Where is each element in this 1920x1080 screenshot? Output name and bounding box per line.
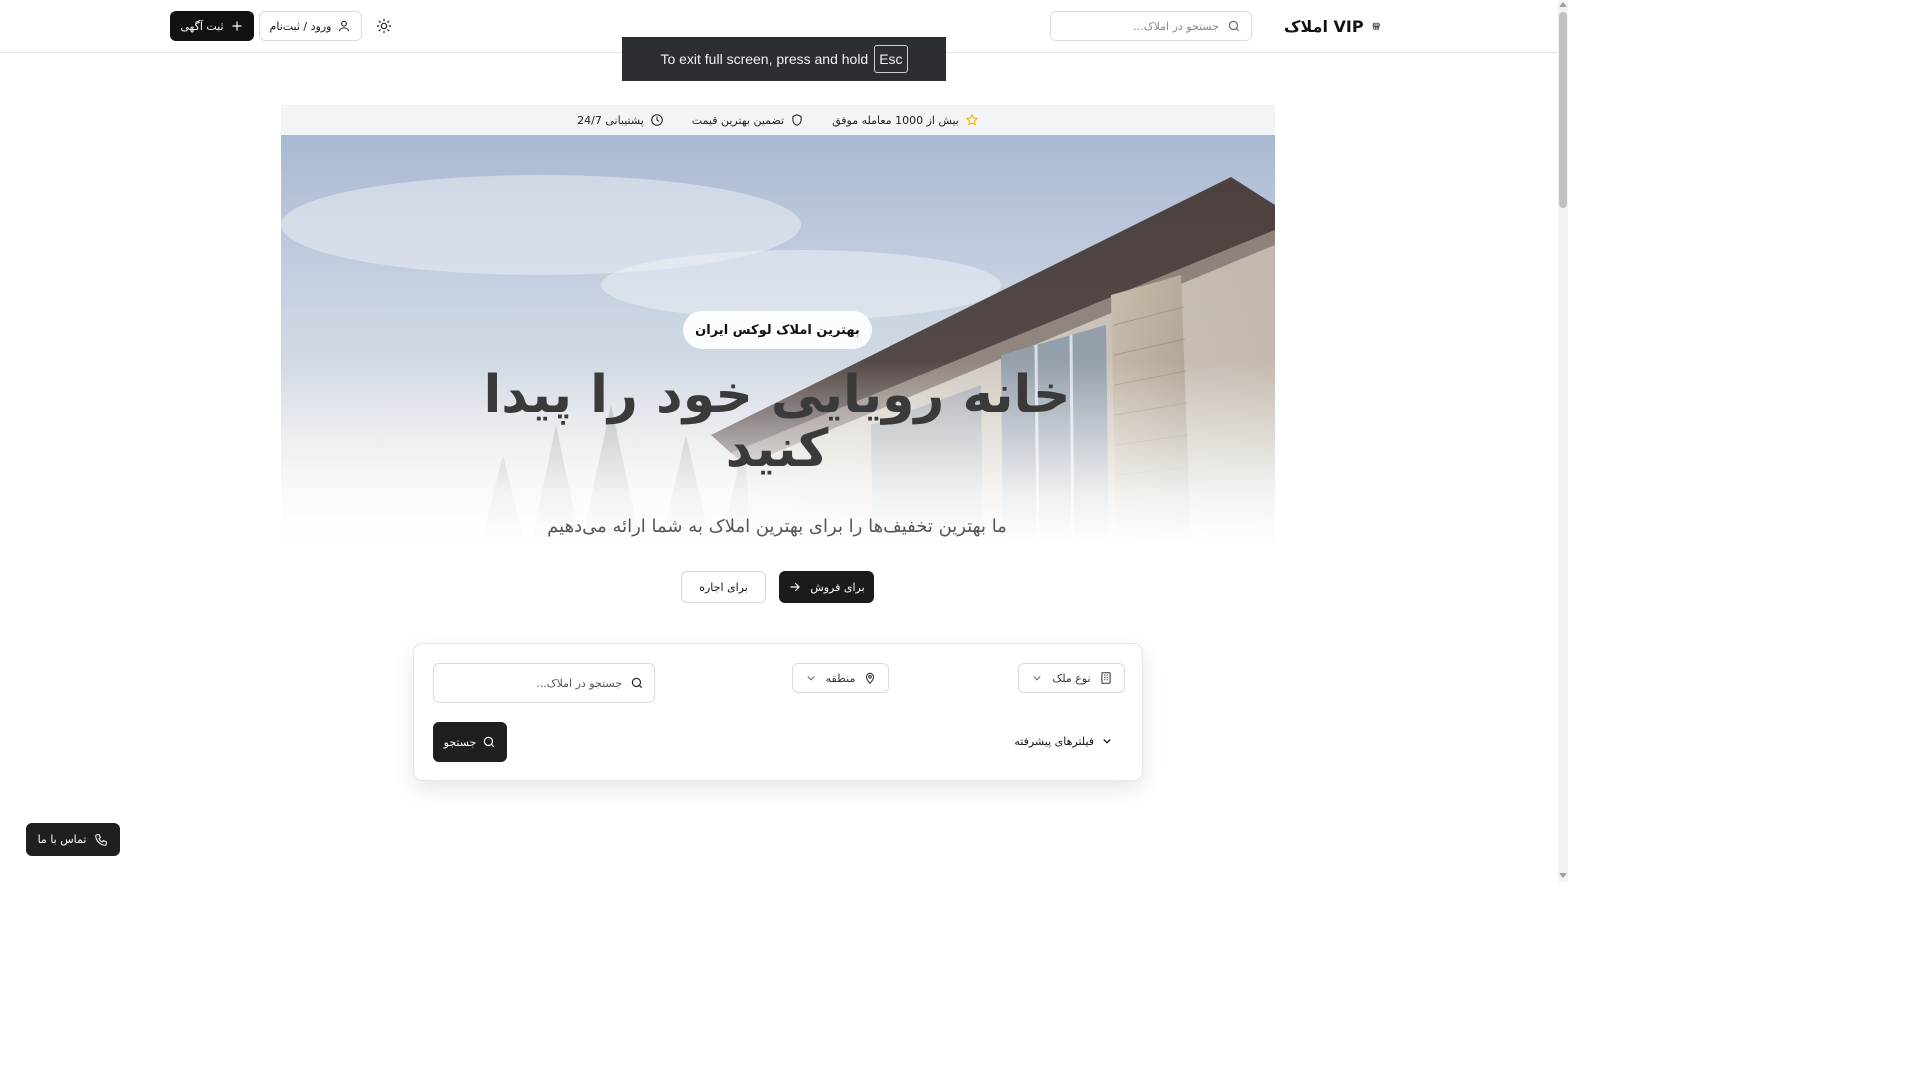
search-button-label: جستجو bbox=[443, 735, 477, 749]
property-search-panel: نوع ملک منطقه فیلترهای پیشرفته جستجو bbox=[413, 643, 1143, 781]
brand-name: VIP املاک bbox=[1284, 16, 1364, 36]
map-pin-icon bbox=[866, 672, 875, 685]
feature-label: پشتیبانی 24/7 bbox=[577, 113, 644, 127]
hero-subtitle: ما بهترین تخفیف‌ها را برای بهترین املاک … bbox=[547, 516, 1007, 537]
star-icon bbox=[966, 114, 978, 126]
esc-key-badge: Esc bbox=[874, 45, 908, 73]
store-icon bbox=[1372, 22, 1380, 30]
region-label: منطقه bbox=[825, 671, 856, 685]
fullscreen-exit-notice: To exit full screen, press and hold Esc bbox=[622, 37, 946, 81]
feature-best-price: تضمین بهترین قیمت bbox=[692, 113, 804, 127]
post-ad-button[interactable]: ثبت آگهی bbox=[170, 11, 254, 41]
hero-tagline-badge: بهترین املاک لوکس ایران bbox=[683, 311, 872, 349]
scroll-up-arrow[interactable] bbox=[1559, 2, 1567, 7]
chevron-down-icon bbox=[1033, 676, 1041, 681]
login-register-button[interactable]: ورود / ثبت‌نام bbox=[259, 11, 362, 41]
advanced-filters-label: فیلترهای پیشرفته bbox=[1014, 734, 1094, 748]
hero-title: خانه رویایی خود را پیدا کنید bbox=[483, 365, 1071, 479]
scroll-down-arrow[interactable] bbox=[1559, 873, 1567, 878]
panel-search-input[interactable] bbox=[452, 676, 622, 690]
arrow-right-icon bbox=[790, 582, 800, 592]
panel-search-box[interactable] bbox=[433, 663, 655, 703]
user-icon bbox=[339, 20, 350, 32]
region-select[interactable]: منطقه bbox=[792, 663, 889, 693]
clock-icon bbox=[650, 114, 663, 126]
search-submit-button[interactable]: جستجو bbox=[433, 722, 507, 762]
property-type-label: نوع ملک bbox=[1052, 671, 1091, 685]
search-icon bbox=[1228, 20, 1240, 32]
feature-support: پشتیبانی 24/7 bbox=[577, 113, 664, 127]
scrollbar-thumb[interactable] bbox=[1559, 12, 1567, 208]
page-scrollbar[interactable] bbox=[1558, 0, 1568, 882]
post-ad-label: ثبت آگهی bbox=[180, 19, 224, 33]
shield-icon bbox=[792, 114, 802, 126]
chevron-down-icon bbox=[807, 676, 815, 681]
brand-logo[interactable]: VIP املاک bbox=[1284, 13, 1380, 39]
search-icon bbox=[484, 736, 495, 748]
contact-us-label: تماس با ما bbox=[37, 833, 87, 846]
feature-label: بیش از 1000 معامله موفق bbox=[832, 113, 959, 127]
search-icon bbox=[631, 677, 643, 689]
contact-us-button[interactable]: تماس با ما bbox=[26, 823, 120, 856]
building-icon bbox=[1100, 672, 1111, 684]
sun-icon bbox=[376, 18, 392, 34]
fullscreen-notice-text: To exit full screen, press and hold bbox=[660, 51, 869, 67]
plus-icon bbox=[231, 21, 242, 31]
for-sale-button[interactable]: برای فروش bbox=[779, 571, 874, 603]
theme-toggle-button[interactable] bbox=[374, 16, 394, 36]
header-search-box[interactable] bbox=[1050, 11, 1252, 41]
for-sale-label: برای فروش bbox=[810, 580, 865, 594]
for-rent-button[interactable]: برای اجاره bbox=[681, 571, 766, 603]
chevron-down-icon bbox=[1103, 739, 1111, 744]
property-type-select[interactable]: نوع ملک bbox=[1018, 663, 1125, 693]
feature-successful-deals: بیش از 1000 معامله موفق bbox=[832, 113, 979, 127]
header-search-input[interactable] bbox=[1069, 19, 1219, 33]
phone-icon bbox=[95, 833, 108, 846]
login-register-label: ورود / ثبت‌نام bbox=[269, 19, 332, 33]
features-bar: بیش از 1000 معامله موفق تضمین بهترین قیم… bbox=[281, 105, 1275, 135]
feature-label: تضمین بهترین قیمت bbox=[691, 113, 785, 127]
advanced-filters-toggle[interactable]: فیلترهای پیشرفته bbox=[1012, 732, 1114, 750]
